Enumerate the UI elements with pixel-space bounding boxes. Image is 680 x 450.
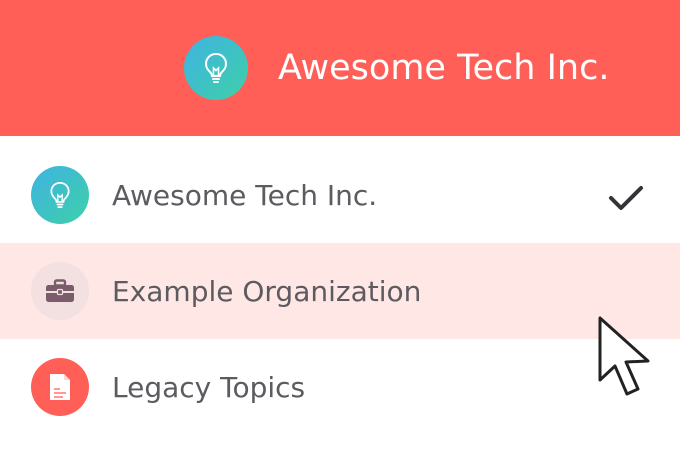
organization-item-label: Example Organization: [112, 275, 422, 308]
organization-avatar: [31, 358, 89, 416]
current-organization-title: Awesome Tech Inc.: [278, 48, 610, 88]
header-bar: Awesome Tech Inc.: [0, 0, 680, 136]
organization-avatar: [31, 262, 89, 320]
document-icon: [50, 374, 70, 400]
organization-item-example[interactable]: Example Organization: [0, 243, 680, 339]
organization-avatar: [31, 166, 89, 224]
organization-switcher: Awesome Tech Inc. Awesome Tech Inc. Exam…: [0, 0, 680, 450]
organization-item-awesome-tech[interactable]: Awesome Tech Inc.: [0, 147, 680, 243]
checkmark-icon: [609, 186, 643, 210]
lightbulb-icon: [50, 181, 70, 208]
organization-item-legacy-topics[interactable]: Legacy Topics: [0, 339, 680, 435]
organization-item-label: Legacy Topics: [112, 371, 306, 404]
briefcase-icon: [46, 279, 74, 302]
organization-item-label: Awesome Tech Inc.: [112, 179, 378, 212]
organization-list: Awesome Tech Inc. Example Organization L…: [0, 147, 680, 435]
organization-logo: [184, 36, 248, 100]
lightbulb-icon: [204, 52, 228, 83]
mouse-pointer-icon: [598, 316, 650, 396]
